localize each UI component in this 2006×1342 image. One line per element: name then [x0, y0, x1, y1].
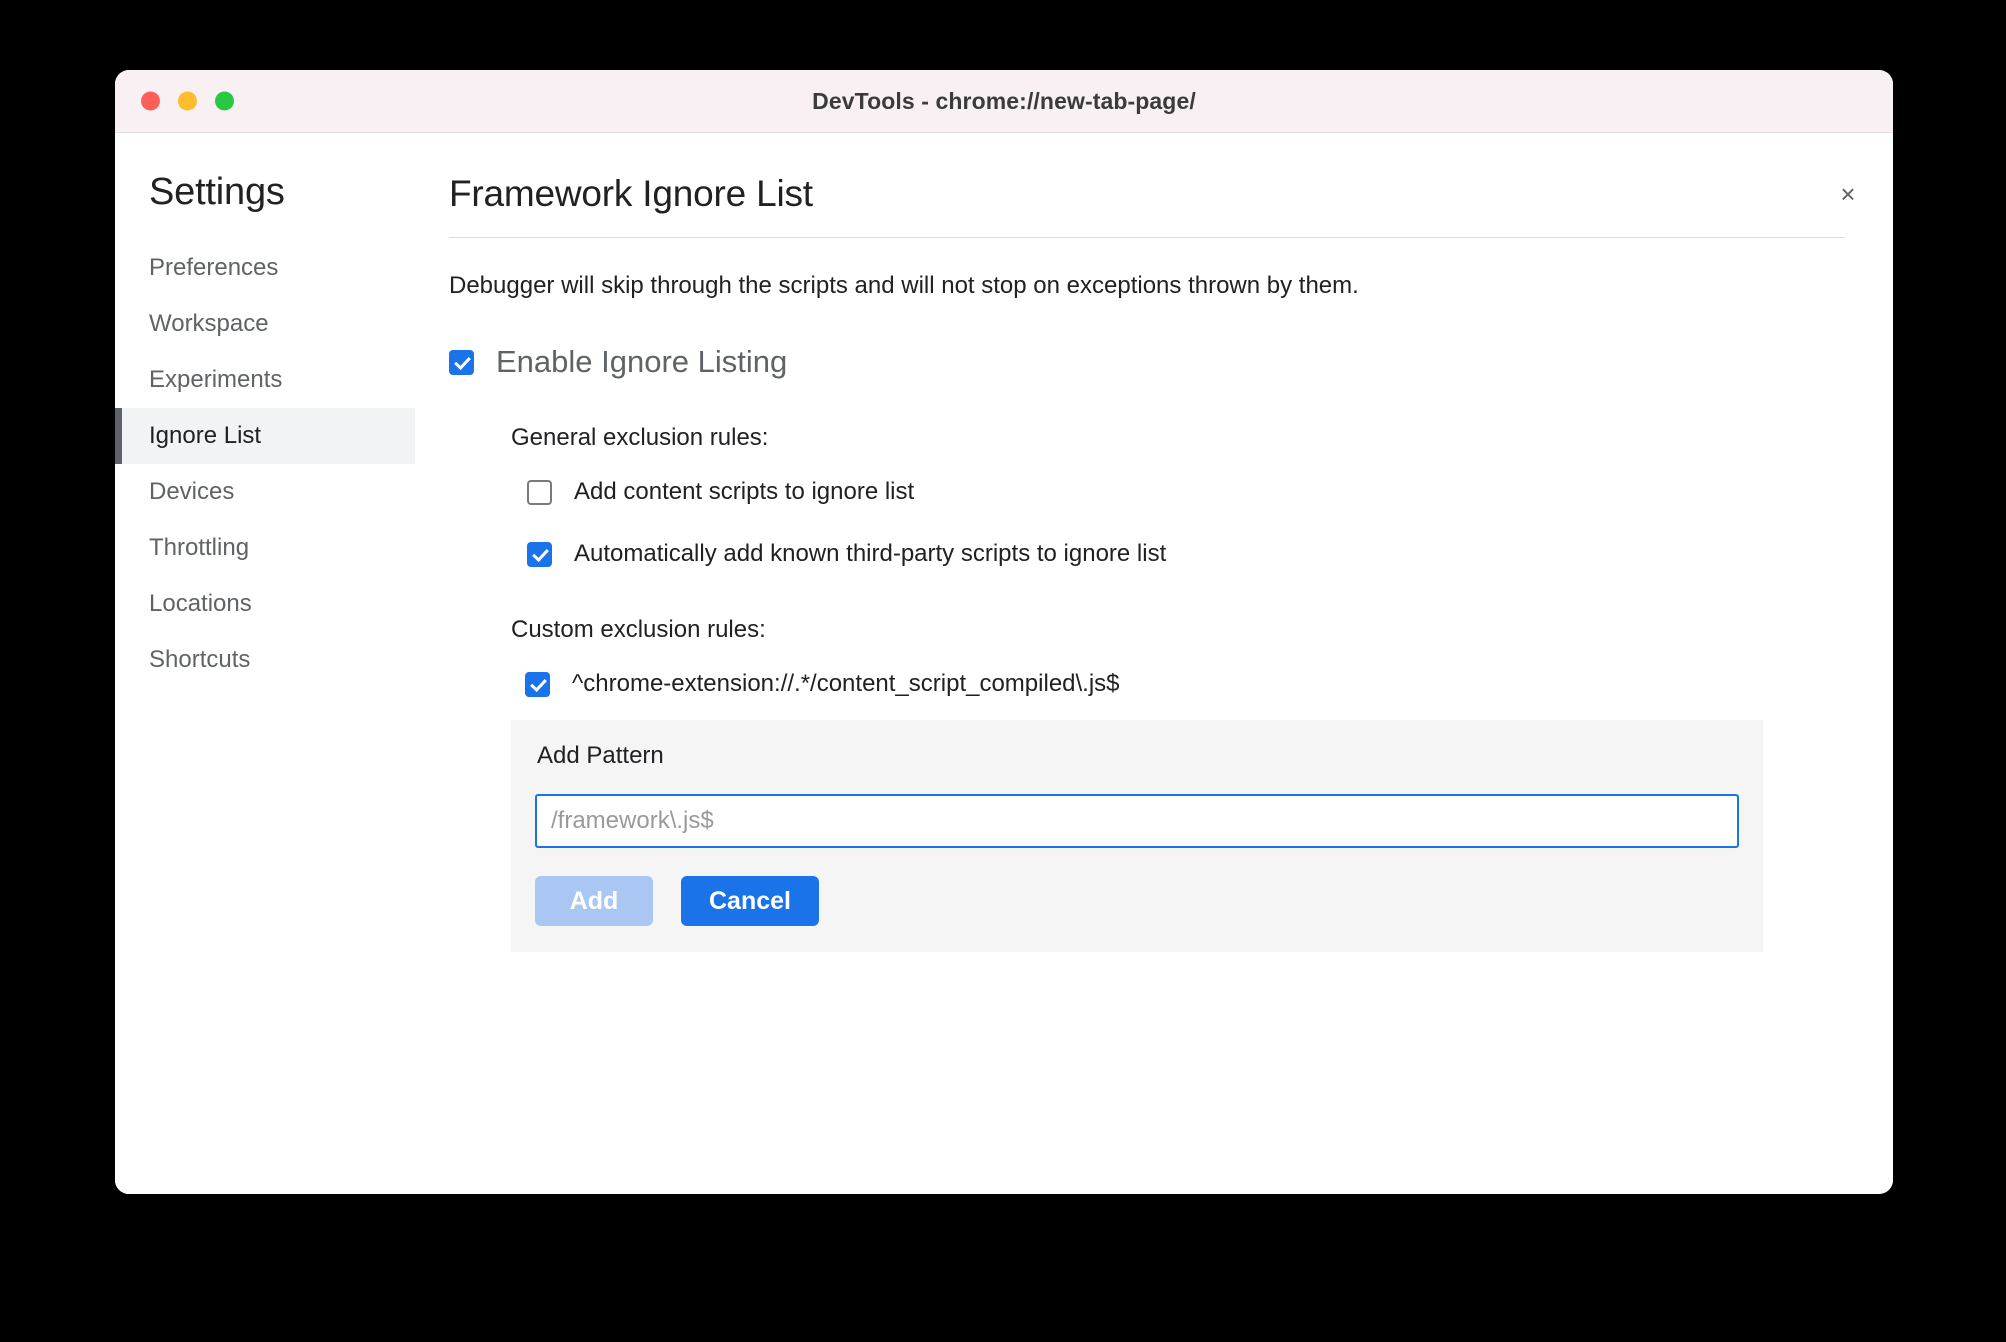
add-pattern-button[interactable]: Add	[535, 876, 653, 927]
sidebar-item-label: Workspace	[149, 310, 269, 337]
sidebar-item-label: Devices	[149, 478, 235, 505]
sidebar-item-label: Throttling	[149, 534, 250, 561]
rule-row-auto-third-party[interactable]: Automatically add known third-party scri…	[527, 540, 1845, 568]
rule-row-custom-pattern[interactable]: ^chrome-extension://.*/content_script_co…	[525, 670, 1845, 698]
custom-rules-label: Custom exclusion rules:	[511, 616, 766, 644]
settings-sidebar: Settings Preferences Workspace Experimen…	[115, 133, 415, 1194]
devtools-window: DevTools - chrome://new-tab-page/ × Sett…	[115, 70, 1893, 1194]
rule-label: Automatically add known third-party scri…	[574, 540, 1167, 568]
add-pattern-buttons: Add Cancel	[535, 876, 1739, 927]
add-content-scripts-checkbox[interactable]	[527, 479, 552, 505]
close-window-button[interactable]	[141, 91, 160, 111]
enable-ignore-listing-checkbox[interactable]	[449, 349, 474, 375]
page-title: Framework Ignore List	[449, 173, 813, 214]
enable-ignore-listing-label: Enable Ignore Listing	[496, 344, 788, 380]
sidebar-item-workspace[interactable]: Workspace	[115, 296, 415, 352]
sidebar-item-locations[interactable]: Locations	[115, 576, 415, 632]
devtools-body: × Settings Preferences Workspace Experim…	[115, 133, 1893, 1194]
settings-heading: Settings	[149, 171, 285, 213]
enable-ignore-listing-row[interactable]: Enable Ignore Listing	[449, 344, 1845, 380]
window-titlebar: DevTools - chrome://new-tab-page/	[115, 70, 1893, 133]
cancel-pattern-button[interactable]: Cancel	[681, 876, 819, 927]
sidebar-item-preferences[interactable]: Preferences	[115, 240, 415, 296]
sidebar-item-label: Locations	[149, 590, 252, 617]
zoom-window-button[interactable]	[215, 91, 234, 111]
window-traffic-lights	[141, 91, 234, 111]
custom-pattern-label: ^chrome-extension://.*/content_script_co…	[572, 670, 1120, 698]
add-pattern-title: Add Pattern	[537, 742, 664, 770]
sidebar-item-shortcuts[interactable]: Shortcuts	[115, 632, 415, 688]
add-pattern-panel: Add Pattern Add Cancel	[511, 720, 1763, 953]
sidebar-item-label: Ignore List	[149, 422, 262, 449]
ignore-rules-group: General exclusion rules: Add content scr…	[449, 424, 1845, 953]
custom-pattern-checkbox[interactable]	[525, 671, 550, 697]
general-rules-label: General exclusion rules:	[511, 424, 769, 452]
settings-main-panel: Framework Ignore List Debugger will skip…	[415, 133, 1893, 1194]
sidebar-item-ignore-list[interactable]: Ignore List	[115, 408, 415, 464]
close-icon[interactable]: ×	[1831, 177, 1865, 211]
sidebar-item-label: Experiments	[149, 366, 283, 393]
sidebar-item-devices[interactable]: Devices	[115, 464, 415, 520]
add-pattern-input[interactable]	[535, 794, 1739, 849]
sidebar-item-label: Preferences	[149, 254, 279, 281]
window-title: DevTools - chrome://new-tab-page/	[812, 87, 1196, 114]
panel-description: Debugger will skip through the scripts a…	[449, 272, 1359, 299]
sidebar-item-throttling[interactable]: Throttling	[115, 520, 415, 576]
sidebar-item-label: Shortcuts	[149, 646, 251, 673]
title-divider	[449, 237, 1845, 238]
rule-row-add-content-scripts[interactable]: Add content scripts to ignore list	[527, 478, 1845, 506]
rule-label: Add content scripts to ignore list	[574, 478, 915, 506]
auto-third-party-checkbox[interactable]	[527, 541, 552, 567]
minimize-window-button[interactable]	[178, 91, 197, 111]
sidebar-item-experiments[interactable]: Experiments	[115, 352, 415, 408]
